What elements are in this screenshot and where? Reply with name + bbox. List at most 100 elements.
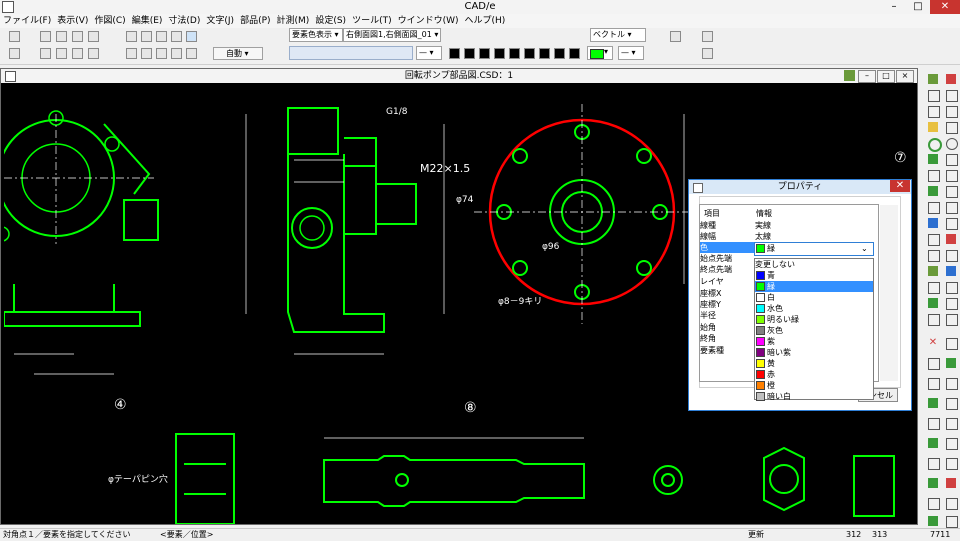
show-tool-icon[interactable] [946,498,958,510]
part-tool-icon[interactable] [928,314,940,326]
image-icon[interactable] [186,48,197,59]
text-icon[interactable] [171,48,182,59]
vector-select[interactable]: ベクトル ▾ [590,28,646,42]
property-item[interactable]: 要素種 [700,345,724,356]
property-item[interactable]: 終角 [700,333,716,344]
mirror-icon[interactable] [156,48,167,59]
rect-tool-icon[interactable] [946,90,958,102]
layer-tool-icon[interactable] [928,266,938,276]
copy-icon[interactable] [72,48,83,59]
mode-dropdown[interactable]: 自動 ▾ [213,47,263,60]
redo-tool-icon[interactable] [928,358,940,370]
menu-draw[interactable]: 作図(C) [91,14,128,28]
doc-restore-icon[interactable]: □ [877,70,895,83]
stretch-tool-icon[interactable] [946,418,958,430]
menu-tools[interactable]: ツール(T) [349,14,395,28]
undo-tool-icon[interactable] [946,338,958,350]
keyboard-icon[interactable] [9,31,20,42]
symbol-tool-icon[interactable] [946,314,958,326]
center-line-icon[interactable] [494,48,505,59]
thin-line-icon[interactable] [539,48,550,59]
property-item[interactable]: 座標X [700,288,721,299]
print-icon[interactable] [40,48,51,59]
save-icon[interactable] [72,31,83,42]
join-tool-icon[interactable] [946,378,958,390]
extra-thick-line-icon[interactable] [569,48,580,59]
angle-tool-icon[interactable] [928,478,938,488]
fillet-tool-icon[interactable] [928,170,940,182]
pen-tool-icon[interactable] [946,74,956,84]
menu-file[interactable]: ファイル(F) [0,14,54,28]
scale-tool-icon[interactable] [946,218,958,230]
circle-tool-icon[interactable] [946,106,958,118]
property-item[interactable]: 半径 [700,310,716,321]
mirror-tool-icon[interactable] [928,234,940,246]
offset-icon[interactable] [141,48,152,59]
color-option[interactable]: 黄 [755,358,873,369]
color-option[interactable]: 青 [755,270,873,281]
divide-tool-icon[interactable] [946,398,958,410]
property-item[interactable]: レイヤ [700,276,724,287]
color-option[interactable]: 白 [755,292,873,303]
break-tool-icon[interactable] [928,398,938,408]
ellipse-tool-icon[interactable] [946,138,958,150]
grid-icon[interactable] [126,31,137,42]
hidden-line-icon[interactable] [524,48,535,59]
move-tool-icon[interactable] [928,202,940,214]
polyline-tool-icon[interactable] [928,90,940,102]
color-option-none[interactable]: 変更しない [755,259,873,270]
area-tool-icon[interactable] [928,458,940,470]
arc-tool-icon[interactable] [928,106,940,118]
hide-tool-icon[interactable] [928,498,940,510]
explode-tool-icon[interactable] [928,378,940,390]
menu-view[interactable]: 表示(V) [54,14,91,28]
color-combo[interactable]: 緑 ⌄ [754,242,874,256]
color-option[interactable]: 赤 [755,369,873,380]
attr-tool-icon[interactable] [928,282,940,294]
list-tool-icon[interactable] [946,438,958,450]
save-as-icon[interactable] [88,31,99,42]
menu-help[interactable]: ヘルプ(H) [462,14,509,28]
thick-line-icon[interactable] [554,48,565,59]
view-select[interactable]: 右側面図1,右側面図_01 ▾ [343,28,441,42]
line-tool-icon[interactable] [928,74,938,84]
zoom-fit-icon[interactable] [141,31,152,42]
property-icon[interactable] [670,31,681,42]
line-width-select[interactable]: — ▾ [618,46,644,60]
trim-tool-icon[interactable] [928,250,940,262]
new-file-icon[interactable] [40,31,51,42]
color-option[interactable]: 灰色 [755,325,873,336]
minimize-icon[interactable]: – [882,0,906,14]
menu-dimension[interactable]: 寸法(D) [165,14,203,28]
trim-icon[interactable] [126,48,137,59]
offset-tool-icon[interactable] [946,154,958,166]
circle2-tool-icon[interactable] [928,138,942,152]
doc-close-icon[interactable]: × [896,70,914,83]
property-item[interactable]: 終点先端 [700,264,732,275]
copy-tool-icon[interactable] [946,202,958,214]
block-tool-icon[interactable] [928,186,938,196]
cancel-tool-icon[interactable]: ✕ [928,338,938,348]
color-option[interactable]: 橙 [755,380,873,391]
property-item[interactable]: 始角 [700,322,716,333]
dashed-line-icon[interactable] [479,48,490,59]
color-option[interactable]: 暗い白 [755,391,873,402]
match-tool-icon[interactable] [928,438,938,448]
maximize-icon[interactable]: □ [906,0,930,14]
open-file-icon[interactable] [56,31,67,42]
extra2-tool-icon[interactable] [946,516,958,528]
extend-tool-icon[interactable] [946,250,958,262]
measure-tool-icon[interactable] [946,266,956,276]
property-item[interactable]: 始点先端 [700,253,732,264]
property-item-selected[interactable]: 色 [700,242,754,253]
property-item[interactable]: 線種 [700,220,716,231]
layer-strip[interactable] [289,46,413,60]
color-option[interactable]: 紫 [755,336,873,347]
property-item[interactable]: 座標Y [700,299,721,310]
color-option[interactable]: 暗い紫 [755,347,873,358]
line-style-icon[interactable] [464,48,475,59]
display-select[interactable]: 要素色表示 ▾ [289,28,343,42]
layer-icon[interactable] [9,48,20,59]
close-icon[interactable]: ✕ [890,180,910,192]
extra-tool-icon[interactable] [928,516,938,526]
